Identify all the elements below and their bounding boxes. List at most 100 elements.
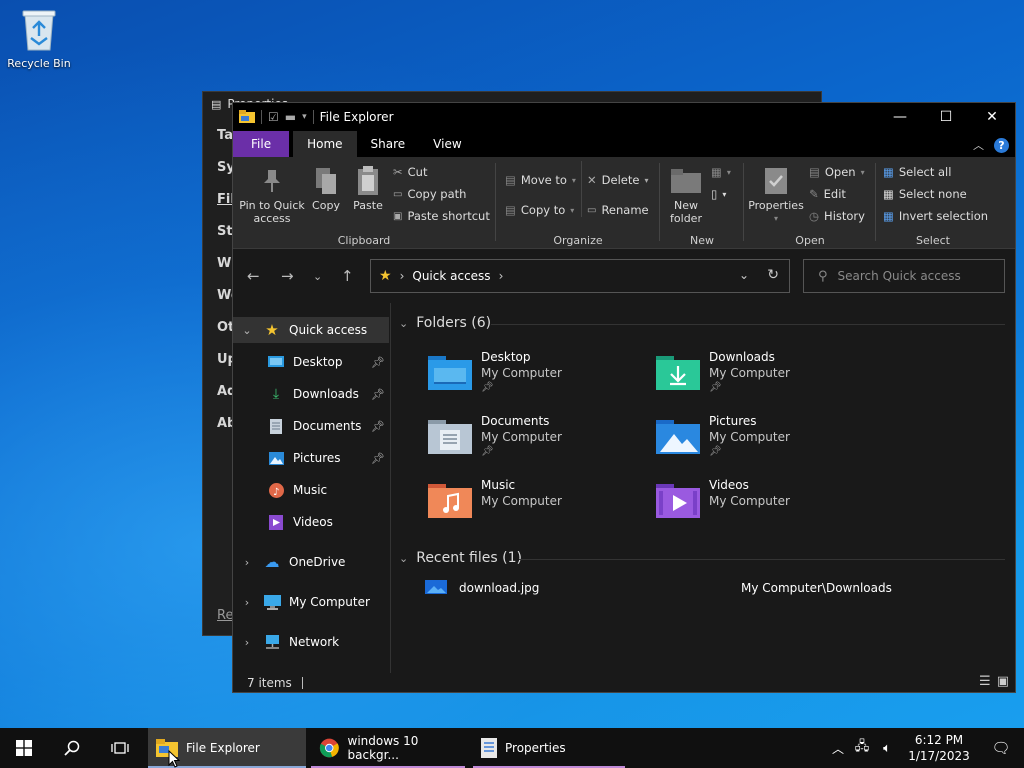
nav-item-network[interactable]: › Network — [233, 629, 389, 655]
select-none-button[interactable]: ▦ Select none — [883, 187, 967, 201]
details-view-icon[interactable]: ☰ — [979, 674, 991, 689]
search-box[interactable]: ⚲ Search Quick access — [803, 259, 1005, 293]
desktop-folder-icon — [427, 353, 473, 393]
organize-group: ▤ Move to ▾ ▤ Copy to ▾ ✕ Delete ▾ ▭ Rename Org… — [497, 157, 659, 249]
collapse-ribbon-chevron-icon[interactable]: ︿ — [973, 137, 984, 153]
maximize-button[interactable]: ☐ — [923, 103, 969, 131]
folder-tile-desktop[interactable]: Desktop My Computer 📌︎ — [427, 349, 647, 405]
address-dropdown-chevron-icon[interactable]: ⌄ — [739, 268, 749, 282]
new-folder-button[interactable]: New folder — [665, 163, 707, 225]
task-view-button[interactable] — [96, 728, 144, 768]
copy-to-button[interactable]: ▤ Copy to ▾ — [505, 203, 574, 217]
music-folder-icon — [427, 481, 473, 521]
pin-icon[interactable]: 📌︎ — [371, 356, 385, 369]
breadcrumb-chevron-icon[interactable]: › — [499, 269, 504, 283]
delete-x-icon: ✕ — [587, 173, 597, 187]
file-explorer-window[interactable]: ☑ ▬ ▾ File Explorer — ☐ ✕ File Home Shar… — [232, 102, 1016, 693]
recent-files-section-header[interactable]: ⌄ Recent files (1) — [399, 550, 522, 566]
volume-icon[interactable]: 🔈︎ — [874, 741, 900, 756]
nav-item-downloads[interactable]: ⤓ Downloads 📌︎ — [233, 381, 389, 407]
nav-item-onedrive[interactable]: › ☁ OneDrive — [233, 549, 389, 575]
help-icon[interactable]: ? — [994, 137, 1009, 153]
taskbar-app-chrome[interactable]: windows 10 backgr... — [311, 728, 465, 768]
properties-item[interactable]: Ta — [217, 128, 233, 143]
new-folder-icon[interactable]: ▬ — [285, 110, 296, 124]
cut-button[interactable]: ✂ Cut — [393, 165, 427, 179]
folder-tile-downloads[interactable]: Downloads My Computer 📌︎ — [655, 349, 875, 405]
select-none-label: Select none — [898, 187, 967, 201]
nav-item-quick-access[interactable]: ⌄ ★ Quick access — [233, 317, 389, 343]
new-item-button[interactable]: ▦ ▾ — [711, 165, 731, 179]
invert-selection-button[interactable]: ▦ Invert selection — [883, 209, 988, 223]
clock[interactable]: 6:12 PM 1/17/2023 — [900, 732, 978, 764]
taskbar-app-properties[interactable]: Properties — [473, 728, 625, 768]
copy-path-button[interactable]: ▭ Copy path — [393, 187, 466, 201]
folder-tile-videos[interactable]: Videos My Computer — [655, 477, 875, 533]
show-hidden-icons-chevron-icon[interactable]: ︿ — [826, 740, 850, 757]
properties-button[interactable]: Properties ▾ — [747, 163, 805, 225]
delete-button[interactable]: ✕ Delete ▾ — [587, 173, 648, 187]
breadcrumb-quick-access[interactable]: Quick access — [412, 269, 490, 283]
copy-to-icon: ▤ — [505, 203, 516, 217]
notifications-icon[interactable]: 🗨︎ — [978, 739, 1024, 757]
folder-tile-pictures[interactable]: Pictures My Computer 📌︎ — [655, 413, 875, 469]
recent-file-row[interactable]: download.jpg My Computer\Downloads — [425, 577, 1005, 599]
properties-check-icon[interactable]: ☑ — [268, 110, 279, 124]
expand-chevron-icon[interactable]: › — [233, 636, 261, 649]
tab-share[interactable]: Share — [357, 131, 420, 157]
properties-link[interactable]: Re — [217, 608, 233, 623]
easy-access-button[interactable]: ▯ ▾ — [711, 187, 726, 201]
close-button[interactable]: ✕ — [969, 103, 1015, 131]
edit-button[interactable]: ✎ Edit — [809, 187, 846, 201]
tab-file[interactable]: File — [233, 131, 290, 157]
open-button[interactable]: ▤ Open ▾ — [809, 165, 865, 179]
copy-button[interactable]: Copy — [307, 163, 345, 212]
expand-chevron-icon[interactable]: ⌄ — [233, 324, 261, 337]
back-arrow-icon[interactable]: ← — [247, 267, 260, 285]
pin-icon[interactable]: 📌︎ — [371, 388, 385, 401]
folders-section-header[interactable]: ⌄ Folders (6) — [399, 315, 491, 331]
expand-chevron-icon[interactable]: › — [233, 596, 261, 609]
address-bar[interactable]: ★ › Quick access › ⌄ ↻ — [370, 259, 790, 293]
up-arrow-icon[interactable]: ↑ — [341, 267, 354, 285]
collapse-chevron-icon[interactable]: ⌄ — [399, 317, 408, 330]
delete-label: Delete — [601, 173, 640, 187]
nav-item-music[interactable]: ♪ Music — [233, 477, 389, 503]
forward-arrow-icon[interactable]: → — [281, 267, 294, 285]
nav-item-pictures[interactable]: Pictures 📌︎ — [233, 445, 389, 471]
select-all-button[interactable]: ▦ Select all — [883, 165, 951, 179]
ribbon-separator — [581, 161, 582, 217]
start-button[interactable] — [0, 728, 48, 768]
network-icon[interactable]: 🖧︎ — [850, 737, 874, 759]
expand-chevron-icon[interactable]: › — [233, 556, 261, 569]
history-button[interactable]: ◷ History — [809, 209, 865, 223]
move-to-button[interactable]: ▤ Move to ▾ — [505, 173, 576, 187]
paste-button[interactable]: Paste — [349, 163, 387, 212]
collapse-chevron-icon[interactable]: ⌄ — [399, 552, 408, 565]
tab-home[interactable]: Home — [293, 131, 357, 157]
minimize-button[interactable]: — — [877, 103, 923, 131]
pin-icon[interactable]: 📌︎ — [371, 420, 385, 433]
paste-shortcut-button[interactable]: ▣ Paste shortcut — [393, 209, 490, 223]
pin-to-quick-access-button[interactable]: Pin to Quick access — [237, 163, 307, 225]
rename-button[interactable]: ▭ Rename — [587, 203, 649, 217]
nav-item-desktop[interactable]: Desktop 📌︎ — [233, 349, 389, 375]
customize-toolbar-chevron-icon[interactable]: ▾ — [302, 112, 307, 122]
recycle-bin-desktop-icon[interactable]: Recycle Bin — [4, 8, 74, 70]
paste-label: Paste — [353, 199, 383, 212]
recent-locations-chevron-icon[interactable]: ⌄ — [313, 270, 322, 283]
search-button[interactable] — [48, 728, 96, 768]
folder-location: My Computer — [481, 430, 562, 444]
folder-tile-music[interactable]: Music My Computer — [427, 477, 647, 533]
nav-item-documents[interactable]: Documents 📌︎ — [233, 413, 389, 439]
nav-item-my-computer[interactable]: › My Computer — [233, 589, 389, 615]
refresh-icon[interactable]: ↻ — [767, 267, 779, 283]
large-icons-view-icon[interactable]: ▣ — [997, 674, 1009, 689]
tab-view[interactable]: View — [419, 131, 475, 157]
pin-icon[interactable]: 📌︎ — [371, 452, 385, 465]
nav-item-videos[interactable]: Videos — [233, 509, 389, 535]
title-bar[interactable]: ☑ ▬ ▾ File Explorer — ☐ ✕ — [233, 103, 1015, 131]
folder-location: My Computer — [481, 494, 562, 508]
folder-tile-documents[interactable]: Documents My Computer 📌︎ — [427, 413, 647, 469]
open-group: Properties ▾ ▤ Open ▾ ✎ Edit ◷ History Open — [745, 157, 875, 249]
